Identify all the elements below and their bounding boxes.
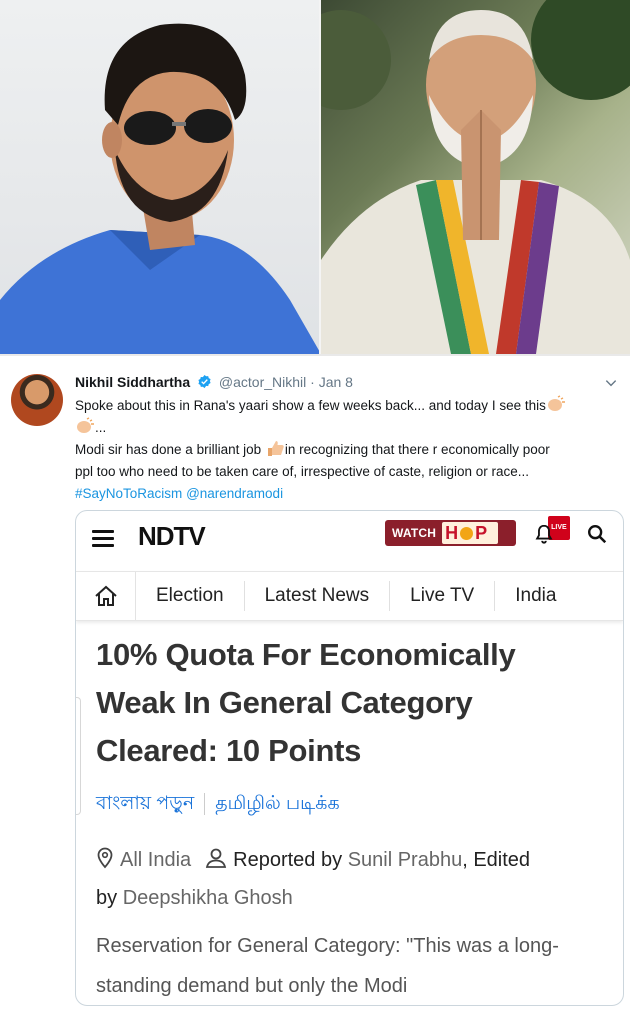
tweet-line-2: ... (95, 420, 107, 435)
tweet-header: Nikhil Siddhartha @actor_Nikhil · Jan 8 (75, 373, 353, 391)
hamburger-menu-icon[interactable] (92, 530, 114, 547)
article-meta: All India Reported by Sunil Prabhu, Edit… (96, 841, 611, 917)
search-icon[interactable] (586, 523, 608, 545)
read-in-tamil-link[interactable]: தமிழில் படிக்க (215, 789, 339, 819)
portrait-man-namaste (321, 0, 630, 354)
editor-name[interactable]: Deepshikha Ghosh (123, 887, 293, 909)
article-headline[interactable]: 10% Quota For Economically Weak In Gener… (96, 631, 601, 775)
portrait-man-sunglasses (0, 23, 319, 354)
reporter-name[interactable]: Sunil Prabhu (348, 849, 463, 871)
nav-election[interactable]: Election (136, 581, 245, 611)
home-icon (94, 585, 117, 606)
hashtag-link[interactable]: #SayNoToRacism (75, 486, 182, 501)
location-label: All India (120, 849, 192, 871)
hop-logo: H P LIVE (442, 516, 570, 544)
by-label: by (96, 887, 118, 909)
chevron-down-icon[interactable] (604, 376, 618, 390)
tweet-line-4: ppl too who need to be taken care of, ir… (75, 464, 530, 479)
article-summary: Reservation for General Category: "This … (96, 935, 559, 997)
author-handle[interactable]: @actor_Nikhil (219, 374, 306, 390)
separator-dot: · (310, 374, 315, 390)
language-links: বাংলায় পড়ুন தமிழில் படிக்க (96, 789, 340, 819)
tweet-line-3a: Modi sir has done a brilliant job (75, 442, 265, 457)
ndtv-header: NDTV WATCH H P LIVE (76, 511, 623, 559)
home-nav[interactable] (76, 572, 136, 620)
person-icon (206, 848, 227, 868)
thumbs-up-icon (267, 441, 284, 456)
photo-left (0, 0, 321, 354)
edited-label: , Edited (462, 849, 531, 871)
tweet-line-1: Spoke about this in Rana's yaari show a … (75, 398, 546, 413)
ndtv-nav: Election Latest News Live TV India (76, 571, 623, 621)
nav-live-tv[interactable]: Live TV (390, 581, 496, 611)
tweet-text: Spoke about this in Rana's yaari show a … (75, 395, 615, 505)
watch-label: WATCH (392, 526, 437, 540)
photo-right (321, 0, 630, 354)
nav-india[interactable]: India (495, 581, 576, 611)
reported-by-label: Reported by (233, 849, 343, 871)
clapping-hands-icon (547, 395, 565, 411)
author-name[interactable]: Nikhil Siddhartha (75, 374, 190, 390)
tweet-date[interactable]: Jan 8 (319, 374, 353, 390)
hop-h: H (445, 523, 459, 543)
tweet-line-3b: in recognizing that there r economically… (284, 442, 550, 457)
mention-link[interactable]: @narendramodi (186, 486, 283, 501)
verified-badge-icon (198, 374, 211, 389)
embedded-article-card[interactable]: NDTV WATCH H P LIVE Election Latest News… (75, 510, 624, 1006)
side-scroll-marker (76, 697, 81, 815)
read-in-bengali-link[interactable]: বাংলায় পড়ুন (96, 789, 194, 819)
photo-collage (0, 0, 630, 356)
clapping-hands-icon (77, 417, 94, 433)
tweet: Nikhil Siddhartha @actor_Nikhil · Jan 8 … (0, 356, 630, 1024)
location-pin-icon (97, 847, 113, 869)
ndtv-logo[interactable]: NDTV (138, 521, 206, 551)
watch-hop-button[interactable]: WATCH H P LIVE (385, 516, 570, 546)
avatar[interactable] (11, 374, 63, 426)
nav-latest-news[interactable]: Latest News (245, 581, 391, 611)
hop-p: P (475, 523, 488, 543)
bell-icon[interactable] (533, 523, 555, 545)
